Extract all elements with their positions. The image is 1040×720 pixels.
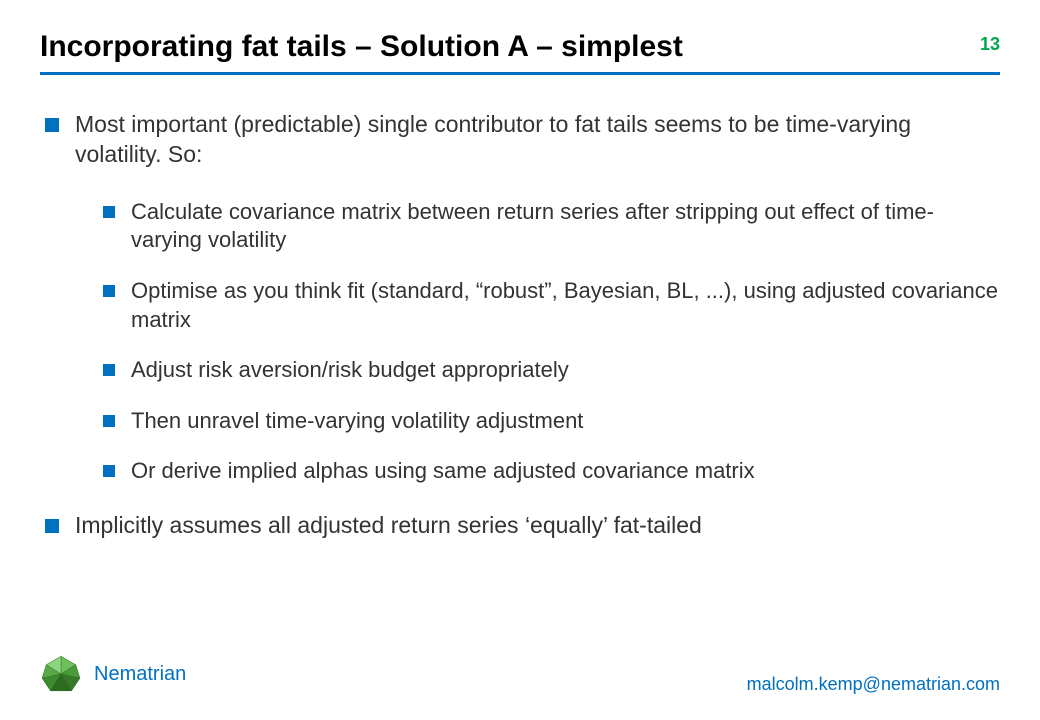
bullet-level2: Calculate covariance matrix between retu… — [103, 198, 1000, 255]
square-bullet-icon — [45, 519, 59, 533]
page-number: 13 — [980, 34, 1000, 55]
bullet-text: Optimise as you think fit (standard, “ro… — [131, 277, 1000, 334]
slide-title: Incorporating fat tails – Solution A – s… — [40, 30, 683, 64]
slide-footer: Nematrian malcolm.kemp@nematrian.com — [40, 653, 1000, 700]
square-bullet-icon — [103, 364, 115, 376]
footer-left: Nematrian — [40, 653, 186, 695]
bullet-level1: Implicitly assumes all adjusted return s… — [45, 511, 1000, 541]
bullet-text: Implicitly assumes all adjusted return s… — [75, 511, 702, 541]
slide-header: Incorporating fat tails – Solution A – s… — [40, 30, 1000, 75]
bullet-level1: Most important (predictable) single cont… — [45, 110, 1000, 170]
bullet-level2: Or derive implied alphas using same adju… — [103, 457, 1000, 486]
bullet-level2: Then unravel time-varying volatility adj… — [103, 407, 1000, 436]
slide-content: Most important (predictable) single cont… — [40, 110, 1000, 653]
bullet-text: Most important (predictable) single cont… — [75, 110, 1000, 170]
square-bullet-icon — [45, 118, 59, 132]
brand-name: Nematrian — [94, 663, 186, 686]
contact-email: malcolm.kemp@nematrian.com — [747, 674, 1000, 695]
bullet-text: Adjust risk aversion/risk budget appropr… — [131, 356, 569, 385]
bullet-level2: Optimise as you think fit (standard, “ro… — [103, 277, 1000, 334]
square-bullet-icon — [103, 415, 115, 427]
nematrian-logo-icon — [40, 653, 82, 695]
square-bullet-icon — [103, 285, 115, 297]
bullet-text: Calculate covariance matrix between retu… — [131, 198, 1000, 255]
bullet-text: Then unravel time-varying volatility adj… — [131, 407, 583, 436]
sub-bullet-list: Calculate covariance matrix between retu… — [103, 198, 1000, 486]
bullet-text: Or derive implied alphas using same adju… — [131, 457, 755, 486]
square-bullet-icon — [103, 206, 115, 218]
bullet-level2: Adjust risk aversion/risk budget appropr… — [103, 356, 1000, 385]
square-bullet-icon — [103, 465, 115, 477]
slide-container: Incorporating fat tails – Solution A – s… — [0, 0, 1040, 720]
